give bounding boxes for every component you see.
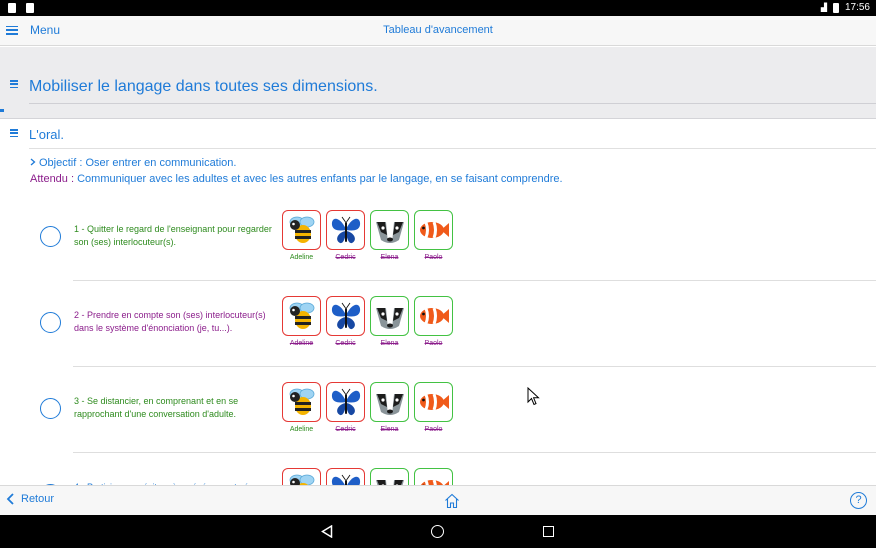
bee-icon (282, 468, 321, 485)
list-icon (10, 80, 18, 88)
badger-icon (370, 382, 409, 422)
student-status-adeline[interactable]: Adeline (282, 468, 321, 485)
skill-text: 3 - Se distancier, en comprenant et en s… (74, 396, 239, 419)
back-button[interactable]: Retour (6, 493, 54, 505)
student-name: Elena (380, 340, 399, 347)
bee-icon (282, 210, 321, 250)
student-name: Paolo (424, 254, 443, 261)
student-status-paolo[interactable]: Paolo (414, 382, 453, 434)
list-item: 1 - Quitter le regard de l'enseignant po… (0, 195, 876, 281)
divider (29, 103, 876, 104)
butterfly-icon (326, 210, 365, 250)
domain-header[interactable]: Mobiliser le langage dans toutes ses dim… (0, 47, 876, 119)
student-status-cedric[interactable]: Cedric (326, 468, 365, 485)
page-title: Tableau d'avancement (383, 24, 493, 36)
student-status-adeline[interactable]: Adeline (282, 210, 321, 262)
clownfish-icon (414, 382, 453, 422)
list-item: 3 - Se distancier, en comprenant et en s… (0, 367, 876, 453)
android-debug-icon (26, 3, 34, 13)
student-name: Elena (380, 426, 399, 433)
bee-icon (282, 296, 321, 336)
top-bar: Menu Tableau d'avancement (0, 16, 876, 46)
student-name: Paolo (424, 340, 443, 347)
student-status-cedric[interactable]: Cedric (326, 210, 365, 262)
nav-home-icon[interactable] (431, 525, 444, 538)
notification-icon (8, 3, 16, 13)
scroll-indicator (0, 109, 4, 112)
clownfish-icon (414, 210, 453, 250)
list-icon (10, 129, 18, 137)
student-status-group: Adeline Cedric Elena Paolo (282, 210, 453, 262)
expected-label: Attendu : (30, 173, 75, 185)
clownfish-icon (414, 296, 453, 336)
help-button[interactable]: ? (850, 492, 867, 509)
signal-icon: ▟ (820, 3, 827, 12)
objective-text: Oser entrer en communication. (85, 157, 237, 169)
student-status-group: Adeline Cedric Elena Paolo (282, 382, 453, 434)
student-status-adeline[interactable]: Adeline (282, 296, 321, 348)
android-nav-bar (0, 515, 876, 548)
student-status-elena[interactable]: Elena (370, 468, 409, 485)
student-status-paolo[interactable]: Paolo (414, 210, 453, 262)
section-header[interactable]: L'oral. (0, 120, 876, 150)
skill-text: 2 - Prendre en compte son (ses) interloc… (74, 310, 266, 333)
list-item: 4 - Participer au récit ou à un événemen… (0, 453, 876, 485)
objective-line: Objectif : Oser entrer en communication. (30, 157, 236, 169)
skill-text: 1 - Quitter le regard de l'enseignant po… (74, 224, 272, 247)
student-name: Adeline (289, 426, 314, 433)
student-status-group: Adeline Cedric Elena Paolo (282, 296, 453, 348)
clock: 17:56 (844, 2, 870, 13)
expected-line: Attendu : Communiquer avec les adultes e… (30, 173, 563, 185)
student-name: Cedric (335, 340, 356, 347)
student-name: Paolo (424, 426, 443, 433)
student-name: Adeline (289, 254, 314, 261)
student-status-paolo[interactable]: Paolo (414, 296, 453, 348)
domain-title: Mobiliser le langage dans toutes ses dim… (29, 78, 378, 95)
butterfly-icon (326, 296, 365, 336)
chevron-right-icon (30, 158, 36, 166)
nav-back-icon[interactable] (321, 525, 333, 538)
expected-text: Communiquer avec les adultes et avec les… (74, 173, 563, 185)
student-name: Elena (380, 254, 399, 261)
bottom-bar: Retour ? (0, 485, 876, 515)
student-name: Cedric (335, 254, 356, 261)
student-status-group: Adeline Cedric Elena Paolo (282, 468, 453, 485)
student-status-elena[interactable]: Elena (370, 382, 409, 434)
badger-icon (370, 296, 409, 336)
objective-prefix: Objectif : (39, 157, 86, 169)
android-status-bar: ▟ 17:56 (0, 0, 876, 16)
nav-recents-icon[interactable] (543, 526, 554, 537)
student-status-cedric[interactable]: Cedric (326, 382, 365, 434)
section-title: L'oral. (29, 127, 65, 142)
badger-icon (370, 210, 409, 250)
student-status-elena[interactable]: Elena (370, 296, 409, 348)
student-status-adeline[interactable]: Adeline (282, 382, 321, 434)
butterfly-icon (326, 382, 365, 422)
student-status-cedric[interactable]: Cedric (326, 296, 365, 348)
student-status-elena[interactable]: Elena (370, 210, 409, 262)
student-status-paolo[interactable]: Paolo (414, 468, 453, 485)
butterfly-icon (326, 468, 365, 485)
clownfish-icon (414, 468, 453, 485)
battery-icon (832, 2, 839, 13)
mouse-cursor-icon (527, 387, 540, 406)
student-name: Adeline (289, 340, 314, 347)
skill-radio[interactable] (40, 398, 61, 419)
divider (29, 148, 876, 149)
list-item: 2 - Prendre en compte son (ses) interloc… (0, 281, 876, 367)
skills-list[interactable]: 1 - Quitter le regard de l'enseignant po… (0, 195, 876, 485)
chevron-left-icon (6, 493, 14, 505)
skill-radio[interactable] (40, 312, 61, 333)
skill-radio[interactable] (40, 226, 61, 247)
home-icon[interactable] (443, 492, 461, 510)
back-label: Retour (21, 493, 55, 505)
badger-icon (370, 468, 409, 485)
bee-icon (282, 382, 321, 422)
student-name: Cedric (335, 426, 356, 433)
